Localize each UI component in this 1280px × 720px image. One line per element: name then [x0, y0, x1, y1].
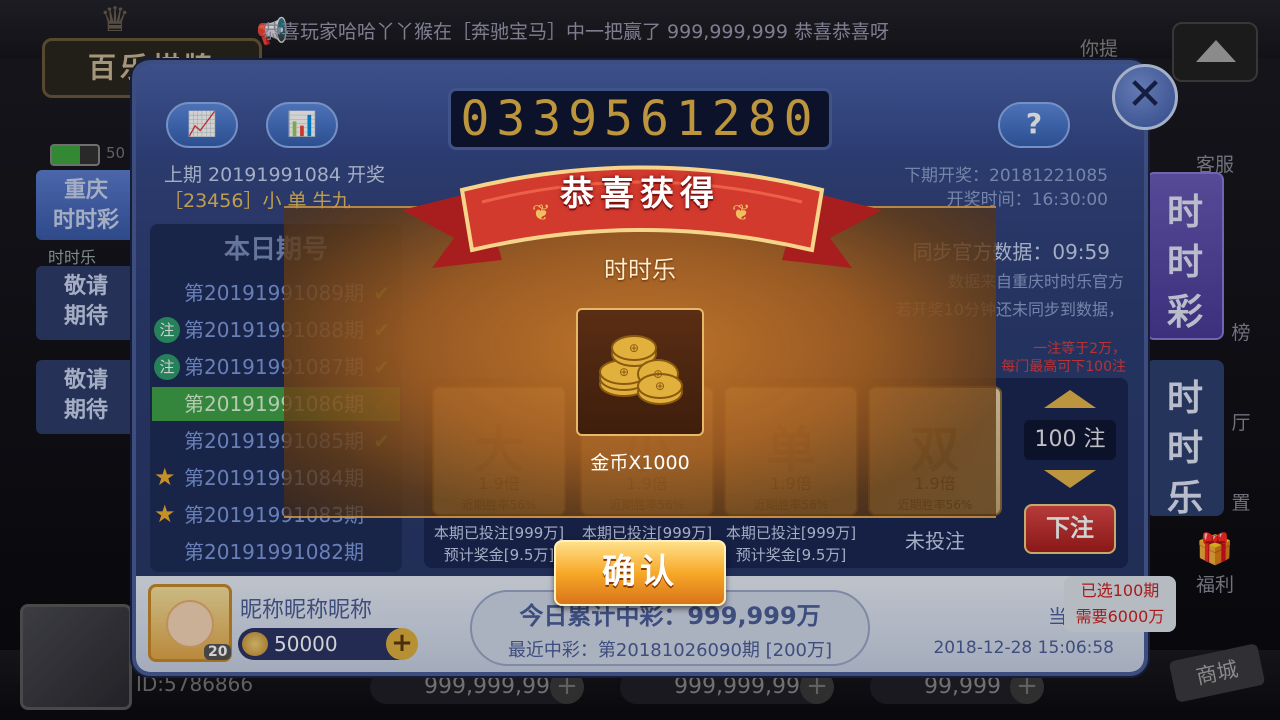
reward-item-frame: ⊕ ⊕ ⊕ ⊕ — [576, 308, 704, 436]
svg-text:⊕: ⊕ — [655, 379, 665, 393]
reward-label: 金币X1000 — [590, 452, 690, 474]
game-lobby-screen: ♛ 百乐棋牌 📢 恭喜玩家哈哈丫丫猴在［奔驰宝马］中一把赢了 999,999,9… — [0, 0, 1280, 720]
popup-title: 恭喜获得 — [560, 174, 720, 214]
popup-game-name: 时时乐 — [604, 256, 676, 284]
svg-text:⊕: ⊕ — [629, 341, 639, 355]
gold-coins-icon: ⊕⊕ ⊕⊕ — [599, 335, 683, 405]
svg-text:⊕: ⊕ — [619, 365, 629, 379]
confirm-button[interactable]: 确认 — [554, 540, 726, 606]
